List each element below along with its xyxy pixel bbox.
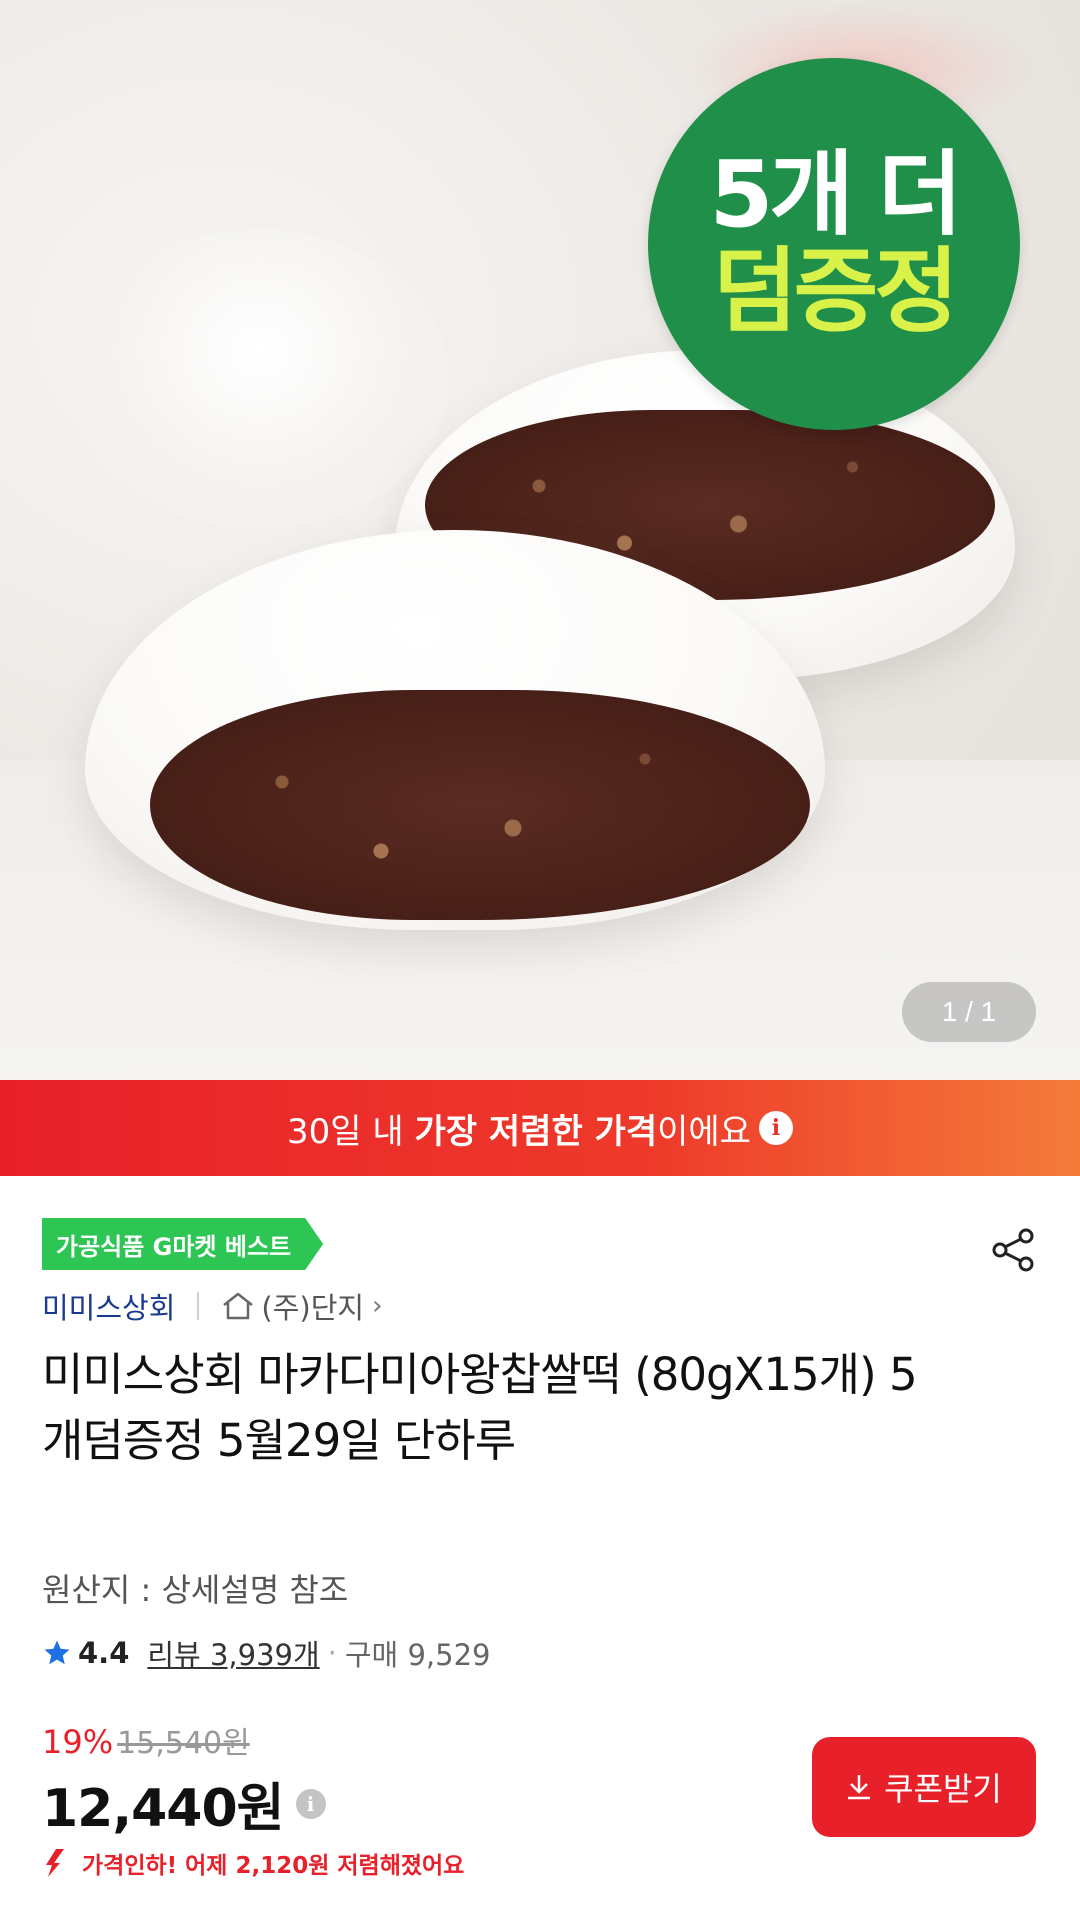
info-icon[interactable]: i — [758, 1111, 793, 1145]
lowest-price-banner[interactable]: 30일 내 가장 저렴한 가격 이에요 i — [0, 1080, 1080, 1176]
sales-count: 구매 9,529 — [344, 1638, 491, 1672]
price-row: 12,440원 i — [42, 1766, 326, 1841]
discount-row: 19% 15,540원 — [42, 1718, 250, 1762]
badge-line-1: 5개 더 — [709, 141, 962, 249]
dot-separator: · — [327, 1636, 337, 1670]
divider — [197, 1292, 200, 1320]
price-drop-text: 가격인하! 어제 2,120원 저렴해졌어요 — [82, 1853, 465, 1879]
home-icon — [223, 1292, 254, 1320]
chevron-right-icon: › — [372, 1291, 383, 1321]
rating-row: 4.4 리뷰 3,939개 · 구매 9,529 — [42, 1632, 490, 1674]
promo-suffix: 이에요 — [657, 1111, 751, 1152]
image-counter: 1 / 1 — [902, 982, 1036, 1042]
badge-line-2: 덤증정 — [713, 238, 959, 345]
background-bowl — [70, 230, 450, 530]
product-image[interactable]: 5개 더 덤증정 1 / 1 — [0, 0, 1080, 1080]
sale-price: 12,440원 — [42, 1779, 285, 1839]
coupon-label: 쿠폰받기 — [884, 1770, 1002, 1808]
store-link[interactable]: (주)단지 › — [221, 1285, 382, 1327]
product-title: 미미스상회 마카다미아왕찹쌀떡 (80gX15개) 5개덤증정 5월29일 단하… — [42, 1348, 918, 1467]
bonus-badge: 5개 더 덤증정 — [648, 58, 1020, 430]
reviews-link[interactable]: 리뷰 3,939개 — [147, 1632, 319, 1674]
price-down-arrow-icon — [46, 1849, 64, 1877]
original-price: 15,540원 — [117, 1726, 250, 1761]
star-icon — [44, 1640, 70, 1665]
rice-cake-filling-front — [150, 690, 810, 920]
rating-score: 4.4 — [78, 1636, 130, 1670]
discount-rate: 19% — [42, 1723, 114, 1761]
promo-prefix: 30일 내 — [287, 1111, 404, 1152]
seller-name-link[interactable]: 미미스상회 — [42, 1285, 175, 1327]
seller-row: 미미스상회 (주)단지 › — [42, 1284, 382, 1328]
store-name: (주)단지 — [261, 1291, 365, 1325]
price-info-icon[interactable]: i — [295, 1788, 326, 1819]
origin-info: 원산지 : 상세설명 참조 — [42, 1571, 349, 1609]
category-best-tag[interactable]: 가공식품 G마켓 베스트 — [42, 1218, 323, 1270]
price-drop-notice: 가격인하! 어제 2,120원 저렴해졌어요 — [42, 1846, 464, 1880]
share-icon[interactable] — [988, 1224, 1040, 1276]
promo-highlight: 가장 저렴한 가격 — [414, 1111, 658, 1152]
download-icon — [848, 1775, 871, 1800]
get-coupon-button[interactable]: 쿠폰받기 — [812, 1737, 1036, 1837]
